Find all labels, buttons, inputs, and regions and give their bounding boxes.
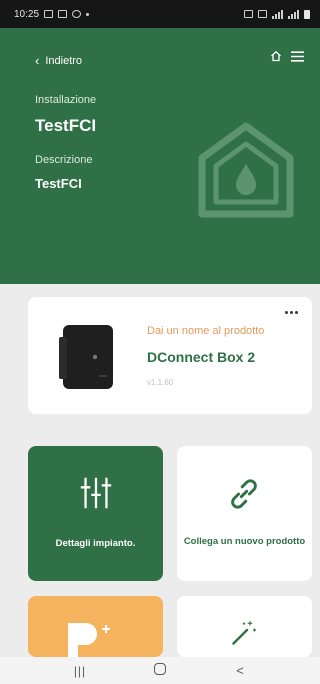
tile-label: Collega un nuovo prodotto	[183, 536, 306, 547]
description-value: TestFCI	[35, 176, 82, 191]
back-label: Indietro	[45, 54, 83, 67]
android-nav-bar: ||| <	[0, 657, 320, 684]
whatsapp-icon	[72, 10, 82, 18]
plant-logo-icon	[68, 623, 110, 657]
tile-label: Dettagli impianto.	[55, 538, 136, 549]
status-time: 10:25	[14, 8, 40, 20]
home-ring-icon	[154, 663, 166, 675]
mute-icon	[258, 10, 267, 18]
message-icon	[58, 10, 68, 18]
tile-plant-logo[interactable]	[28, 596, 163, 657]
home-button[interactable]	[140, 663, 180, 678]
product-name-hint[interactable]: Dai un nome al prodotto	[147, 325, 264, 337]
house-drop-icon	[198, 122, 294, 218]
description-label: Descrizione	[35, 154, 93, 166]
hamburger-menu-icon[interactable]	[291, 50, 304, 62]
alarm-icon	[244, 10, 253, 18]
home-icon[interactable]	[270, 50, 282, 62]
dconnect-box-image	[59, 325, 113, 389]
installation-label: Installazione	[35, 94, 97, 106]
signal-icon	[288, 9, 299, 19]
tile-connect-new-product[interactable]: Collega un nuovo prodotto	[177, 446, 312, 581]
wifi-icon	[272, 9, 283, 19]
installation-name: TestFCI	[35, 116, 97, 135]
status-bar: 10:25	[0, 0, 320, 28]
product-name: DConnect Box 2	[147, 349, 256, 365]
more-options-icon[interactable]	[285, 311, 298, 314]
back-button[interactable]: ‹ Indietro	[35, 54, 82, 67]
chevron-left-icon: ‹	[35, 53, 40, 68]
recents-button[interactable]: |||	[60, 664, 100, 678]
notification-dot-icon	[86, 12, 90, 16]
installation-header: ‹ Indietro Installazione TestFCI Descriz…	[0, 28, 320, 284]
tile-installation-details[interactable]: Dettagli impianto.	[28, 446, 163, 581]
status-bar-right	[244, 9, 310, 19]
gallery-icon	[44, 10, 54, 18]
link-icon	[231, 479, 257, 509]
magic-wand-icon	[232, 621, 256, 645]
sliders-icon	[80, 477, 112, 509]
product-version: v1.1.60	[147, 378, 174, 387]
tile-magic-wand[interactable]	[177, 596, 312, 657]
battery-icon	[304, 9, 310, 19]
header-actions	[270, 50, 304, 62]
status-bar-left: 10:25	[14, 8, 90, 20]
nav-back-button[interactable]: <	[220, 663, 260, 678]
product-card[interactable]: Dai un nome al prodotto DConnect Box 2 v…	[28, 297, 312, 414]
